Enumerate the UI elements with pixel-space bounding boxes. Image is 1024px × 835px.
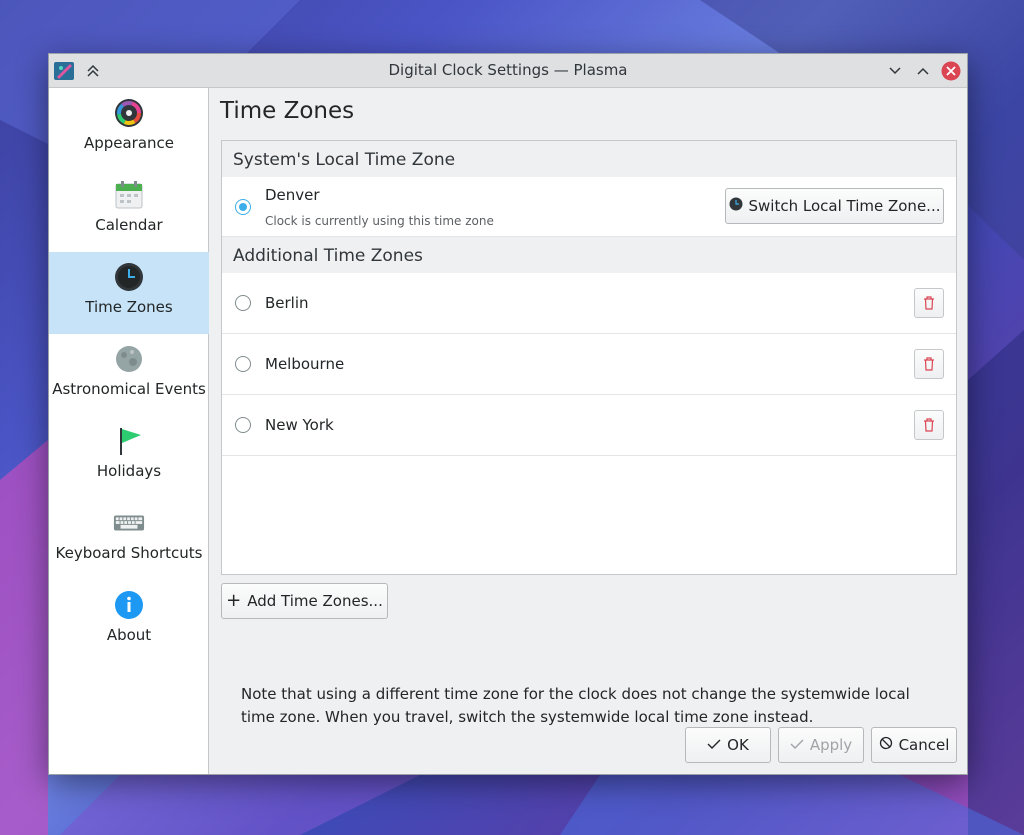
ok-label: OK	[727, 736, 749, 754]
trash-icon	[924, 357, 934, 371]
cancel-label: Cancel	[898, 736, 950, 754]
sidebar-item-label: Time Zones	[85, 298, 173, 316]
switch-local-time-zone-button[interactable]: Switch Local Time Zone...	[725, 188, 944, 224]
cancel-icon	[879, 736, 893, 754]
clock-icon	[729, 197, 743, 215]
sidebar-item-about[interactable]: About	[49, 580, 209, 662]
local-time-zone-header: System's Local Time Zone	[222, 141, 956, 177]
remove-melbourne-button[interactable]	[914, 349, 944, 379]
clock-icon	[113, 261, 145, 293]
info-icon	[113, 589, 145, 621]
ok-button[interactable]: OK	[685, 727, 771, 763]
sidebar-item-label: Appearance	[83, 134, 175, 152]
list-item[interactable]: Melbourne	[222, 334, 956, 395]
flag-icon	[113, 425, 145, 457]
switch-local-time-zone-label: Switch Local Time Zone...	[748, 197, 941, 215]
apply-button[interactable]: Apply	[778, 727, 864, 763]
plus-icon: +	[226, 590, 242, 611]
time-zone-name: Berlin	[265, 294, 309, 312]
remove-new-york-button[interactable]	[914, 410, 944, 440]
window-title: Digital Clock Settings — Plasma	[388, 61, 628, 79]
sidebar: Appearance Calendar Time Zones Astronomi…	[49, 88, 209, 774]
add-time-zones-button[interactable]: + Add Time Zones...	[221, 583, 388, 619]
sidebar-item-label: Calendar	[95, 216, 163, 234]
minimize-icon[interactable]	[884, 60, 906, 82]
local-zone-radio[interactable]	[235, 199, 251, 215]
checkmark-icon	[707, 736, 721, 754]
time-zone-name: Melbourne	[265, 355, 345, 373]
local-zone-status: Clock is currently using this time zone	[265, 214, 494, 228]
local-zone-row[interactable]: Denver Clock is currently using this tim…	[222, 177, 956, 237]
remove-berlin-button[interactable]	[914, 288, 944, 318]
list-item[interactable]: New York	[222, 395, 956, 456]
time-zone-name: New York	[265, 416, 334, 434]
apply-label: Apply	[809, 736, 853, 754]
sidebar-item-calendar[interactable]: Calendar	[49, 170, 209, 252]
sidebar-item-label: Holidays	[96, 462, 162, 480]
moon-icon	[113, 343, 145, 375]
time-zone-radio[interactable]	[235, 295, 251, 311]
trash-icon	[924, 418, 934, 432]
time-zone-note: Note that using a different time zone fo…	[241, 685, 910, 726]
maximize-icon[interactable]	[912, 60, 934, 82]
close-icon[interactable]	[940, 60, 962, 82]
add-time-zones-label: Add Time Zones...	[247, 592, 383, 610]
time-zone-radio[interactable]	[235, 417, 251, 433]
appearance-icon	[113, 97, 145, 129]
time-zones-list: System's Local Time Zone Denver Clock is…	[221, 140, 957, 575]
settings-window: Digital Clock Settings — Plasma Appearan…	[48, 53, 968, 775]
keyboard-icon	[113, 507, 145, 539]
time-zones-page: Time Zones System's Local Time Zone Denv…	[210, 88, 967, 774]
sidebar-item-label: About	[106, 626, 152, 644]
title-bar[interactable]: Digital Clock Settings — Plasma	[49, 54, 967, 88]
sidebar-item-keyboard-shortcuts[interactable]: Keyboard Shortcuts	[49, 498, 209, 580]
time-zone-radio[interactable]	[235, 356, 251, 372]
checkmark-icon	[790, 736, 804, 754]
sidebar-item-time-zones[interactable]: Time Zones	[49, 252, 209, 334]
sidebar-item-label: Keyboard Shortcuts	[55, 544, 203, 562]
sidebar-item-appearance[interactable]: Appearance	[49, 88, 209, 170]
additional-time-zones-header: Additional Time Zones	[222, 237, 956, 273]
sidebar-item-holidays[interactable]: Holidays	[49, 416, 209, 498]
sidebar-item-label: Astronomical Events	[52, 380, 206, 398]
cancel-button[interactable]: Cancel	[871, 727, 957, 763]
calendar-icon	[113, 179, 145, 211]
list-item[interactable]: Berlin	[222, 273, 956, 334]
local-zone-name: Denver	[265, 186, 320, 204]
page-title: Time Zones	[220, 98, 355, 124]
trash-icon	[924, 296, 934, 310]
sidebar-item-astronomical-events[interactable]: Astronomical Events	[49, 334, 209, 416]
